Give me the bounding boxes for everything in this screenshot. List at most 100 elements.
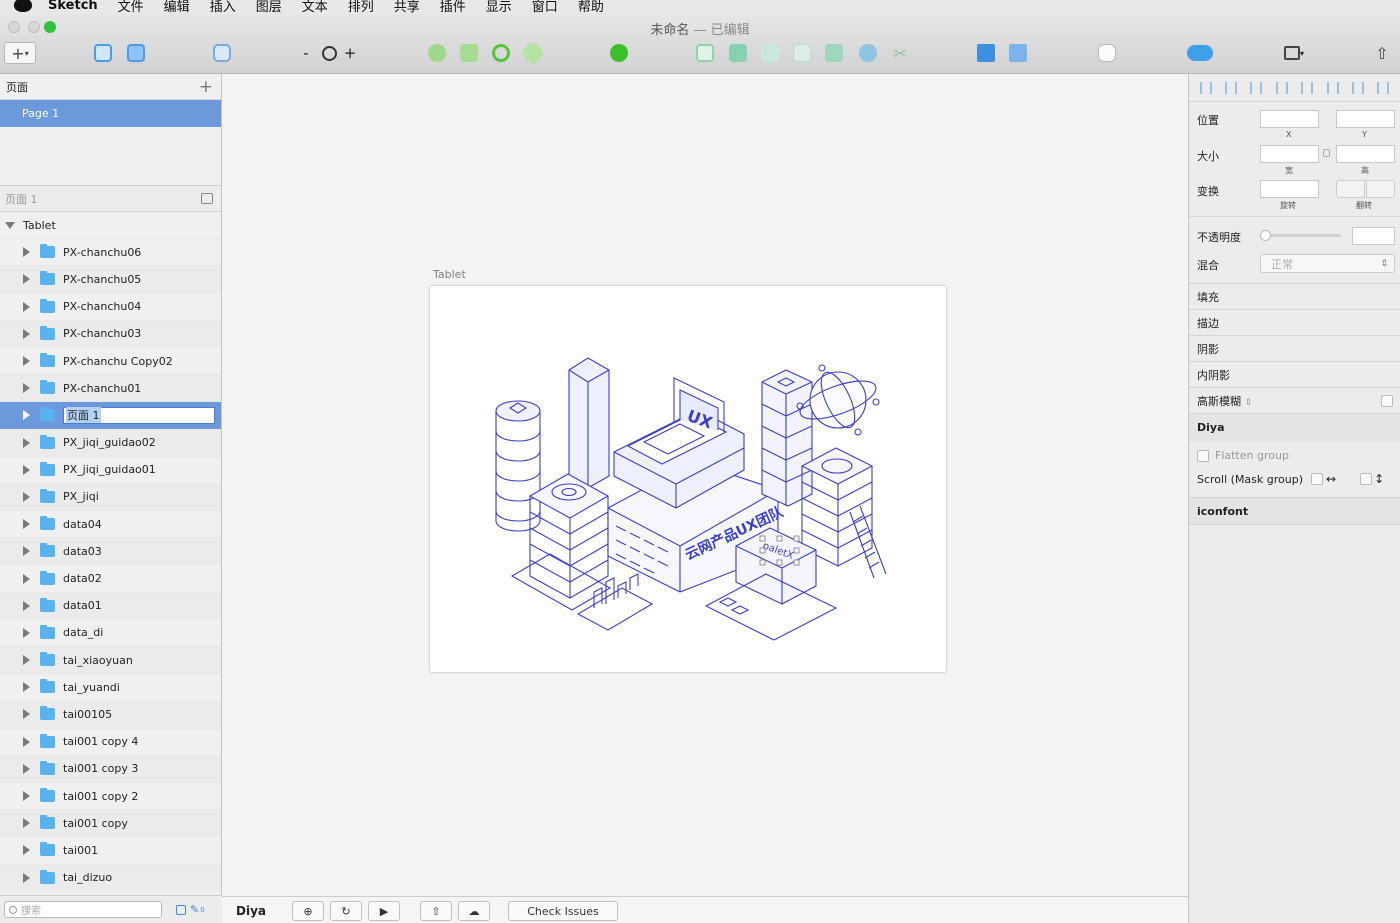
transform-button[interactable] bbox=[458, 42, 480, 64]
layer-row[interactable]: data03 bbox=[0, 538, 221, 566]
check-issues-button[interactable]: Check Issues bbox=[508, 901, 618, 921]
layer-row[interactable]: PX-chanchu06 bbox=[0, 239, 221, 267]
align-bottom-icon[interactable] bbox=[1377, 81, 1390, 94]
align-top-icon[interactable] bbox=[1326, 81, 1339, 94]
canvas[interactable]: Tablet 云网产品UX团队 UX paletX bbox=[222, 74, 1188, 896]
scale-button[interactable] bbox=[694, 42, 716, 64]
filter-symbols-icon[interactable] bbox=[176, 904, 186, 915]
forward-button[interactable] bbox=[975, 42, 997, 64]
add-button[interactable]: ⊕ bbox=[292, 901, 324, 921]
disclosure-icon[interactable] bbox=[23, 682, 30, 693]
menu-insert[interactable]: 插入 bbox=[210, 0, 236, 14]
menu-help[interactable]: 帮助 bbox=[578, 0, 604, 14]
lock-ratio-icon[interactable] bbox=[1323, 149, 1330, 157]
zoom-button[interactable] bbox=[318, 42, 340, 64]
flip-vertical-button[interactable] bbox=[1366, 180, 1395, 198]
menu-share[interactable]: 共享 bbox=[394, 0, 420, 14]
menu-view[interactable]: 显示 bbox=[486, 0, 512, 14]
rotate-field[interactable] bbox=[1260, 180, 1319, 198]
disclosure-icon[interactable] bbox=[23, 301, 30, 312]
scissors-button[interactable]: ✂ bbox=[889, 42, 911, 64]
color-button[interactable] bbox=[857, 42, 879, 64]
disclosure-icon[interactable] bbox=[23, 383, 30, 394]
flatten-button[interactable] bbox=[520, 40, 546, 66]
play-button[interactable]: ▶ bbox=[368, 901, 400, 921]
zoom-in-button[interactable]: + bbox=[344, 42, 357, 64]
disclosure-icon[interactable] bbox=[23, 872, 30, 883]
disclosure-icon[interactable] bbox=[23, 491, 30, 502]
disclosure-icon[interactable] bbox=[23, 247, 30, 258]
menu-window[interactable]: 窗口 bbox=[532, 0, 558, 14]
scroll-vertical-checkbox[interactable] bbox=[1360, 473, 1373, 485]
menu-edit[interactable]: 编辑 bbox=[164, 0, 190, 14]
view-button[interactable]: ▾ bbox=[1278, 42, 1310, 64]
subtract-button[interactable] bbox=[759, 42, 781, 64]
disclosure-icon[interactable] bbox=[23, 818, 30, 829]
x-field[interactable] bbox=[1260, 110, 1319, 128]
difference-button[interactable] bbox=[823, 42, 845, 64]
zoom-out-button[interactable]: - bbox=[300, 42, 312, 64]
intersect-button[interactable] bbox=[791, 42, 813, 64]
disclosure-icon[interactable] bbox=[23, 328, 30, 339]
flatten-checkbox[interactable] bbox=[1197, 449, 1209, 462]
height-field[interactable] bbox=[1336, 145, 1395, 163]
opacity-slider-knob[interactable] bbox=[1260, 230, 1271, 241]
align-left-icon[interactable] bbox=[1250, 81, 1263, 94]
disclosure-down-icon[interactable] bbox=[5, 221, 15, 229]
inner-shadow-section[interactable]: 内阴影 bbox=[1189, 361, 1400, 387]
disclosure-icon[interactable] bbox=[23, 709, 30, 720]
layer-row[interactable]: PX_jiqi_guidao02 bbox=[0, 429, 221, 457]
backward-button[interactable] bbox=[1007, 42, 1029, 64]
disclosure-icon[interactable] bbox=[23, 546, 30, 557]
disclosure-icon[interactable] bbox=[23, 573, 30, 584]
disclosure-icon[interactable] bbox=[23, 600, 30, 611]
menu-text[interactable]: 文本 bbox=[302, 0, 328, 14]
align-middle-icon[interactable] bbox=[1351, 81, 1364, 94]
blur-section[interactable]: 高斯模糊 ⇕ bbox=[1189, 387, 1400, 413]
disclosure-icon[interactable] bbox=[23, 655, 30, 666]
layer-row[interactable]: tai001 copy 2 bbox=[0, 783, 221, 811]
menu-arrange[interactable]: 排列 bbox=[348, 0, 374, 14]
layer-row[interactable]: tai_dizuo bbox=[0, 864, 221, 892]
layer-row[interactable]: PX_jiqi_guidao01 bbox=[0, 457, 221, 484]
disclosure-icon[interactable] bbox=[23, 736, 30, 747]
layer-row[interactable]: data02 bbox=[0, 565, 221, 593]
blur-checkbox[interactable] bbox=[1381, 394, 1393, 407]
refresh-button[interactable]: ↻ bbox=[330, 901, 362, 921]
align-right-icon[interactable] bbox=[1301, 81, 1314, 94]
disclosure-icon[interactable] bbox=[23, 763, 30, 774]
disclosure-icon[interactable] bbox=[23, 274, 30, 285]
disclosure-icon[interactable] bbox=[23, 437, 30, 448]
layer-row[interactable]: tai001 copy 4 bbox=[0, 729, 221, 756]
disclosure-icon[interactable] bbox=[23, 356, 30, 367]
flatten-group-option[interactable]: Flatten group bbox=[1197, 449, 1289, 462]
disclosure-icon[interactable] bbox=[23, 519, 30, 530]
menu-file[interactable]: 文件 bbox=[118, 0, 144, 14]
disclosure-icon[interactable] bbox=[23, 410, 30, 421]
layer-row[interactable]: PX-chanchu05 bbox=[0, 266, 221, 294]
layer-rename-input[interactable]: 页面 1 bbox=[63, 406, 215, 424]
layer-row[interactable]: tai001 bbox=[0, 837, 221, 865]
artboard-title[interactable]: Tablet bbox=[433, 268, 466, 281]
layer-row[interactable]: 页面 1 bbox=[0, 402, 221, 430]
scroll-horizontal-checkbox[interactable] bbox=[1311, 473, 1324, 485]
filter-slices-icon[interactable]: ✎ bbox=[190, 903, 199, 916]
distribute-vertical-icon[interactable] bbox=[1225, 81, 1238, 94]
disclosure-icon[interactable] bbox=[23, 464, 30, 475]
cloud-upload-button[interactable] bbox=[1186, 42, 1214, 64]
disclosure-icon[interactable] bbox=[23, 627, 30, 638]
layer-row[interactable]: PX-chanchu03 bbox=[0, 320, 221, 348]
layer-row[interactable]: PX-chanchu01 bbox=[0, 375, 221, 403]
blend-select[interactable]: 正常 ⇕ bbox=[1260, 254, 1395, 273]
layer-row[interactable]: tai_xiaoyuan bbox=[0, 647, 221, 675]
create-symbol-button[interactable] bbox=[211, 42, 233, 64]
share-button[interactable]: ⇧ bbox=[420, 901, 452, 921]
search-input[interactable]: 搜索 bbox=[4, 901, 162, 918]
union-button[interactable] bbox=[727, 42, 749, 64]
insert-button[interactable]: + ▾ bbox=[4, 42, 36, 64]
layer-row[interactable]: PX_jiqi bbox=[0, 483, 221, 512]
ungroup-button[interactable] bbox=[125, 42, 147, 64]
layer-row[interactable]: data04 bbox=[0, 511, 221, 539]
edit-button[interactable] bbox=[426, 42, 448, 64]
apple-icon[interactable] bbox=[14, 0, 32, 12]
